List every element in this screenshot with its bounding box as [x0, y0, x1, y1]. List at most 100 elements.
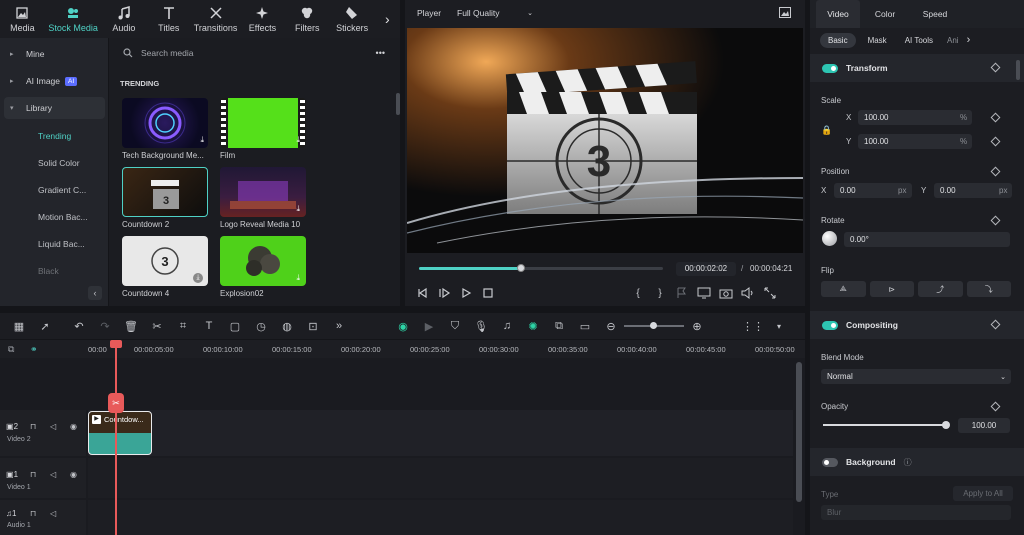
background-toggle[interactable] — [822, 457, 838, 467]
chevron-down-icon[interactable]: ▾ — [766, 316, 792, 336]
sidebar-sub-motion[interactable]: Motion Bac... — [38, 212, 88, 222]
keyframe-diamond-icon[interactable] — [990, 401, 1001, 412]
cut-icon[interactable]: ✂ — [144, 316, 170, 336]
track-visibility-icon[interactable]: ◉ — [70, 422, 77, 431]
playhead-line[interactable] — [115, 340, 117, 535]
keyframe-diamond-icon[interactable] — [990, 112, 1001, 123]
subtab-mask[interactable]: Mask — [862, 33, 893, 48]
zoom-slider-handle[interactable] — [650, 322, 657, 329]
tab-audio[interactable]: Audio — [101, 0, 146, 38]
music-icon[interactable]: ♫ — [494, 316, 520, 336]
lock-ratio-icon[interactable]: 🔒 — [821, 125, 832, 136]
redo-icon[interactable]: ↷ — [92, 316, 118, 336]
scissors-icon[interactable]: ✂ — [108, 393, 124, 413]
playback-progress-bar[interactable] — [419, 264, 663, 272]
flip-vertical-icon[interactable]: ⊳ — [869, 281, 914, 297]
panel-scrollbar[interactable] — [1016, 60, 1020, 80]
track-audio-icon[interactable]: ◁ — [50, 509, 56, 518]
tab-video[interactable]: Video — [816, 0, 860, 28]
apply-to-all-button[interactable]: Apply to All — [953, 486, 1013, 501]
timeline-clip-countdown[interactable]: ▶ Countdow... — [88, 411, 152, 455]
text-icon[interactable]: T — [196, 316, 222, 336]
layout-options-icon[interactable]: ⋮⋮ — [740, 316, 766, 336]
download-icon[interactable]: ⤓ — [296, 135, 300, 145]
download-icon[interactable]: ⤓ — [193, 273, 203, 283]
tab-media[interactable]: Media — [0, 0, 45, 38]
keyframe-diamond-icon[interactable] — [990, 166, 1001, 177]
snapshot-image-icon[interactable] — [779, 7, 791, 18]
track-lane-video-2[interactable] — [88, 410, 793, 456]
keyframe-icon[interactable]: ⊡ — [300, 316, 326, 336]
download-icon[interactable]: ⤓ — [296, 204, 300, 214]
stop-icon[interactable] — [480, 285, 496, 301]
mark-in-icon[interactable]: { — [630, 288, 646, 299]
effects-sparkle-icon[interactable]: ✺ — [520, 316, 546, 336]
scale-x-input[interactable]: 100.00 — [858, 110, 972, 125]
replace-icon[interactable]: ⧉ — [546, 316, 572, 336]
monitor-icon[interactable] — [696, 285, 712, 301]
play-icon[interactable] — [458, 285, 474, 301]
collapse-sidebar-icon[interactable]: ‹ — [88, 286, 102, 300]
tab-filters[interactable]: Filters — [285, 0, 330, 38]
opacity-slider-handle[interactable] — [942, 421, 950, 429]
sidebar-item-ai-image[interactable]: ▸ AI Image AI — [4, 70, 105, 92]
sidebar-sub-trending[interactable]: Trending — [38, 131, 71, 141]
track-lane-audio-1[interactable] — [88, 500, 793, 535]
shield-icon[interactable]: ⛉ — [442, 316, 468, 336]
transform-toggle[interactable] — [822, 63, 838, 73]
tab-stock-media[interactable]: Stock Media — [45, 0, 102, 38]
track-visibility-icon[interactable]: ◉ — [70, 470, 77, 479]
microphone-icon[interactable]: 🎙 — [468, 316, 494, 336]
fullscreen-icon[interactable] — [762, 285, 778, 301]
rotate-right-icon[interactable]: ⤴ — [918, 281, 963, 297]
timeline-scrollbar[interactable] — [796, 362, 802, 502]
marker-icon[interactable] — [674, 285, 690, 301]
sidebar-item-mine[interactable]: ▸ Mine — [4, 43, 105, 65]
media-thumb-countdown-2[interactable]: 3 — [122, 167, 208, 217]
search-bar[interactable]: Search media ••• — [117, 42, 393, 64]
mask-icon[interactable]: ▢ — [222, 316, 248, 336]
media-thumb-logo-reveal[interactable]: ⤓ — [220, 167, 306, 217]
track-lock-icon[interactable]: ⊓ — [30, 470, 36, 479]
subtab-ai-tools[interactable]: AI Tools — [899, 33, 939, 48]
media-thumb-explosion[interactable]: ⤓ — [220, 236, 306, 286]
tab-titles[interactable]: Titles — [146, 0, 191, 38]
opacity-slider[interactable] — [823, 421, 950, 429]
delete-icon[interactable]: 🗑 — [118, 316, 144, 336]
keyframe-diamond-icon[interactable] — [990, 215, 1001, 226]
opacity-input[interactable]: 100.00 — [958, 418, 1010, 433]
crop-icon[interactable]: ⌗ — [170, 316, 196, 336]
tab-transitions[interactable]: Transitions — [191, 0, 240, 38]
track-lock-icon[interactable]: ⊓ — [30, 509, 36, 518]
previous-frame-icon[interactable] — [414, 285, 430, 301]
video-preview[interactable]: 3 — [407, 28, 803, 253]
search-input[interactable]: Search media — [141, 48, 193, 58]
mark-out-icon[interactable]: } — [652, 288, 668, 299]
media-thumb-tech-background[interactable]: ⤓ — [122, 98, 208, 148]
sidebar-sub-liquid[interactable]: Liquid Bac... — [38, 239, 85, 249]
rotate-left-icon[interactable]: ⤵ — [966, 281, 1011, 297]
playhead-top-handle[interactable] — [110, 340, 122, 348]
select-tool-icon[interactable]: ➚ — [32, 316, 58, 336]
background-section-header[interactable]: Background ⓘ — [810, 448, 1024, 476]
scale-y-input[interactable]: 100.00 — [858, 134, 972, 149]
tabs-next-arrow-icon[interactable]: › — [375, 0, 400, 38]
scrollbar[interactable] — [396, 93, 400, 115]
blend-mode-dropdown[interactable]: Normal ⌄ — [821, 369, 1011, 384]
sidebar-sub-black[interactable]: Black — [38, 266, 59, 276]
render-icon[interactable]: ▶ — [416, 316, 442, 336]
color-icon[interactable]: ◍ — [274, 316, 300, 336]
rotate-dial[interactable] — [822, 231, 837, 246]
current-time[interactable]: 00:00:02:02 — [676, 262, 736, 276]
link-icon[interactable]: ⚭ — [30, 344, 38, 355]
keyframe-diamond-icon[interactable] — [990, 136, 1001, 147]
undo-icon[interactable]: ↶ — [66, 316, 92, 336]
tab-stickers[interactable]: Stickers — [330, 0, 375, 38]
zoom-in-icon[interactable]: ⊕ — [684, 316, 710, 336]
download-icon[interactable]: ⤓ — [296, 273, 300, 283]
add-track-icon[interactable]: ⧉ — [8, 344, 14, 355]
track-lock-icon[interactable]: ⊓ — [30, 422, 36, 431]
speed-icon[interactable]: ◷ — [248, 316, 274, 336]
info-icon[interactable]: ⓘ — [904, 457, 912, 468]
zoom-slider[interactable] — [624, 322, 684, 329]
